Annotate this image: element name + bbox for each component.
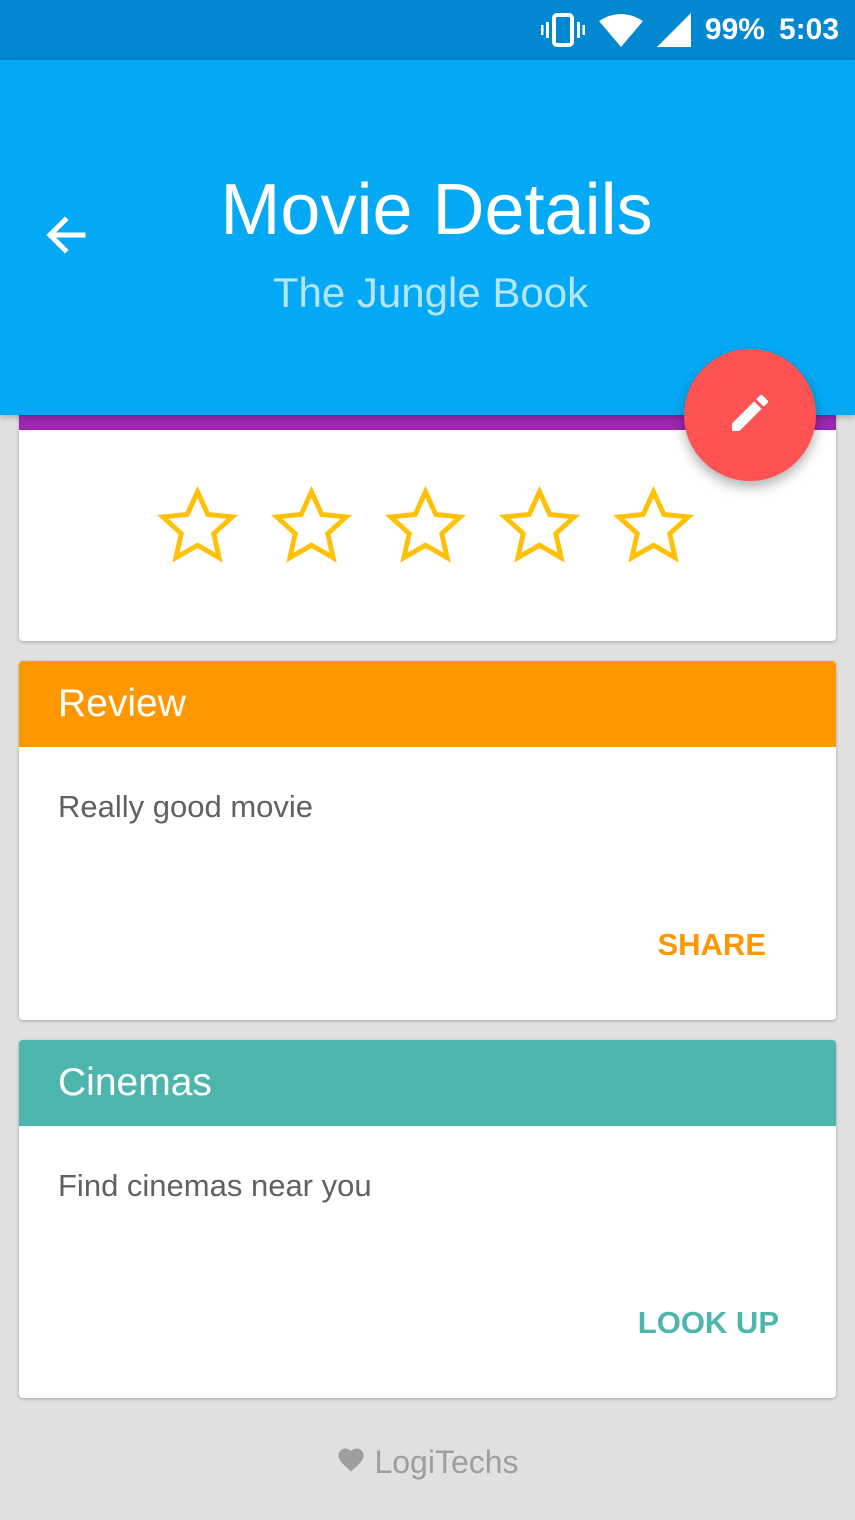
review-text: Really good movie [58, 789, 314, 824]
clock: 5:03 [778, 13, 839, 46]
footer-brand: LogiTechs [374, 1444, 519, 1480]
cinemas-card-header: Cinemas [19, 1040, 836, 1126]
status-icons: 99% 5:03 [540, 0, 839, 60]
look-up-button[interactable]: LOOK UP [638, 1303, 779, 1343]
cell-signal-icon [656, 13, 691, 47]
cinemas-card: Cinemas Find cinemas near you LOOK UP [19, 1040, 836, 1398]
page-subtitle: The Jungle Book [272, 269, 589, 316]
status-bar: 99% 5:03 [0, 0, 855, 60]
wifi-icon [598, 13, 643, 47]
page-title: Movie Details [220, 170, 653, 250]
edit-fab-button[interactable] [684, 349, 816, 481]
share-button[interactable]: SHARE [657, 925, 766, 965]
footer: LogiTechs [0, 1440, 855, 1484]
star-icon[interactable] [609, 484, 698, 569]
star-icon[interactable] [381, 484, 470, 569]
heart-icon [336, 1440, 366, 1484]
star-rating [153, 484, 698, 569]
cinemas-text: Find cinemas near you [58, 1168, 372, 1203]
review-card: Review Really good movie SHARE [19, 661, 836, 1020]
star-icon[interactable] [153, 484, 242, 569]
battery-percent: 99% [704, 13, 765, 46]
vibrate-icon [540, 13, 585, 47]
star-icon[interactable] [495, 484, 584, 569]
pencil-icon [726, 389, 774, 442]
review-card-header: Review [19, 661, 836, 747]
star-icon[interactable] [267, 484, 356, 569]
